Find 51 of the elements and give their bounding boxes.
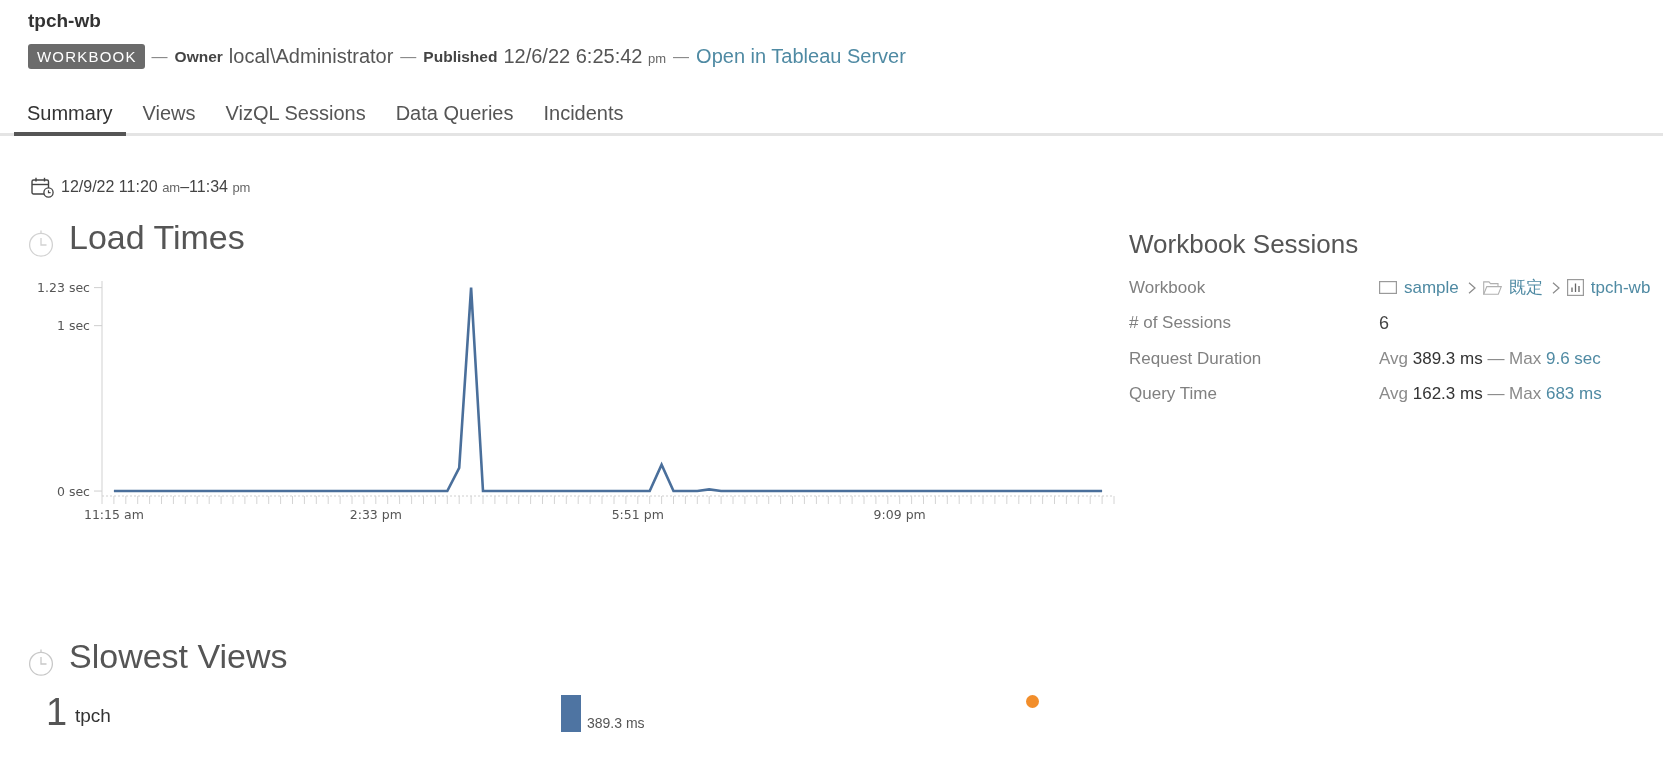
section-title: Load Times (69, 217, 245, 257)
axis-tick-label: 5:51 pm (611, 507, 664, 522)
max-link[interactable]: 683 ms (1545, 384, 1602, 404)
stopwatch-icon (28, 230, 54, 257)
breadcrumb-link[interactable]: sample (1404, 277, 1459, 298)
tab[interactable]: Views (129, 101, 209, 136)
dash-separator: — (673, 47, 690, 66)
folder-icon (1482, 280, 1502, 295)
axis-tick-label: 11:15 am (84, 507, 144, 522)
breadcrumb-link[interactable]: tpch-wb (1590, 277, 1651, 298)
row-label: Workbook (1129, 277, 1206, 298)
axis-tick-label: 9:09 pm (873, 507, 926, 522)
axis-tick-label: 1.23 sec (37, 280, 90, 296)
stopwatch-icon (28, 649, 54, 676)
tab[interactable]: VizQL Sessions (212, 101, 379, 136)
row-label: Query Time (1129, 384, 1217, 405)
calendar-clock-icon (31, 176, 54, 198)
dash-separator: — (400, 47, 417, 66)
view-name: tpch (75, 704, 111, 728)
marker-dot-icon (1026, 695, 1039, 708)
rank-number: 1 (46, 690, 69, 734)
breadcrumb-link[interactable]: 既定 (1508, 276, 1543, 300)
workbook-title: tpch-wb (28, 9, 101, 33)
tab[interactable]: Data Queries (382, 101, 527, 136)
rectangle-icon (1379, 281, 1397, 295)
stat-value: Avg 162.3 ms — Max 683 ms (1379, 384, 1602, 405)
field-label: Published (423, 47, 498, 66)
axis-tick-label: 0 sec (57, 483, 90, 499)
chevron-icon (1467, 281, 1476, 294)
duration-bar (561, 695, 581, 732)
max-link[interactable]: 9.6 sec (1545, 348, 1601, 368)
tab[interactable]: Incidents (530, 101, 637, 136)
date-range: 12/9/22 11:20 am–11:34 pm (61, 178, 251, 196)
field-value: local\Administrator (228, 45, 394, 68)
chevron-icon (1551, 281, 1560, 294)
axis-tick-label: 2:33 pm (349, 507, 402, 522)
section-title: Slowest Views (69, 636, 288, 676)
axis-tick-label: 1 sec (57, 318, 90, 334)
row-label: Request Duration (1129, 348, 1262, 369)
dash-separator: — (151, 47, 168, 66)
type-badge: WORKBOOK (28, 44, 145, 69)
bar-chart-icon (1566, 279, 1584, 297)
field-label: Owner (174, 47, 223, 66)
panel-title: Workbook Sessions (1129, 228, 1359, 260)
duration-label: 389.3 ms (587, 714, 645, 732)
server-link[interactable]: Open in Tableau Server (696, 45, 906, 68)
row-label: # of Sessions (1129, 313, 1232, 334)
tab[interactable]: Summary (14, 101, 126, 136)
row-value: 6 (1379, 312, 1389, 334)
field-value: 12/6/22 6:25:42 pm (503, 45, 667, 68)
stat-value: Avg 389.3 ms — Max 9.6 sec (1379, 348, 1601, 369)
